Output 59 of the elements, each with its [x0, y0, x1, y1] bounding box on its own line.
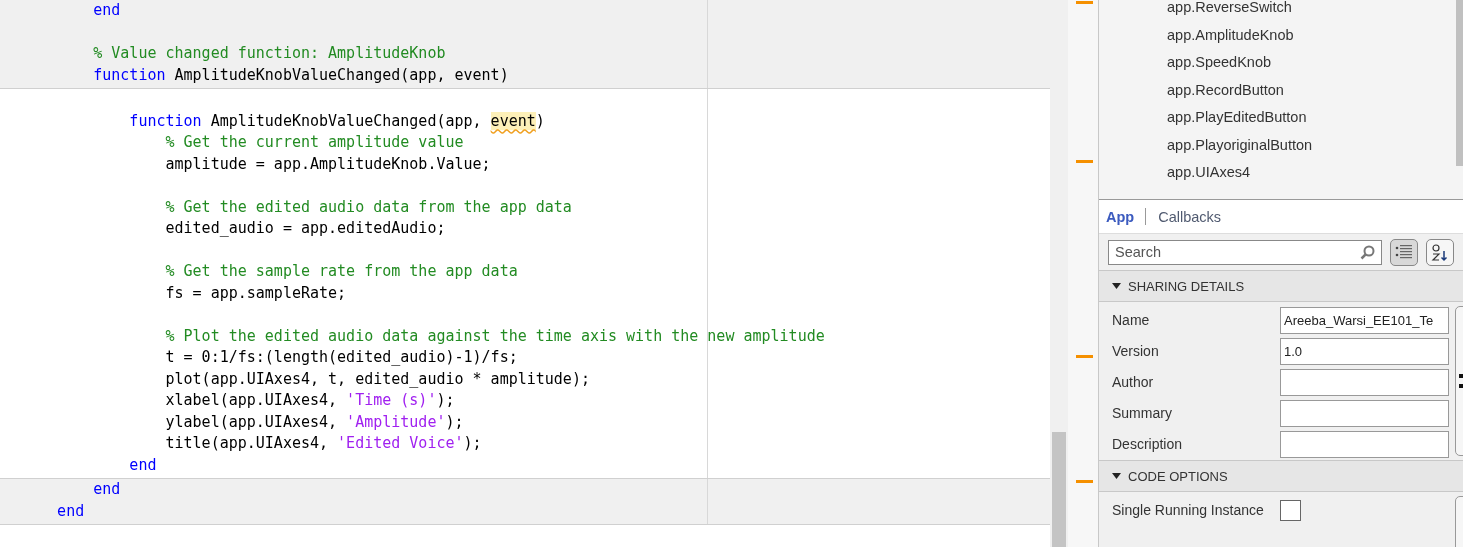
code-line: edited_audio = app.editedAudio; — [164, 218, 447, 239]
search-icon — [1360, 244, 1375, 260]
caret-icon — [1112, 473, 1121, 479]
scrollbar-thumb[interactable] — [1052, 432, 1066, 547]
scrollbar[interactable] — [1050, 0, 1068, 547]
warning-highlight: event — [490, 111, 536, 130]
code-line: end — [56, 500, 86, 522]
code-line: function AmplitudeKnobValueChanged(app, event) — [92, 64, 510, 86]
tree-item[interactable]: app.PlayoriginalButton — [1167, 131, 1456, 159]
sort-button[interactable] — [1426, 238, 1454, 266]
field-label: Description — [1112, 436, 1184, 452]
code-line: % Get the edited audio data from the app data — [164, 196, 573, 218]
checkbox[interactable] — [1280, 499, 1301, 521]
code-line: % Get the sample rate from the app data — [164, 261, 519, 282]
section-header[interactable]: CODE OPTIONS — [1099, 460, 1463, 492]
tree-item[interactable]: app.RecordButton — [1167, 76, 1456, 104]
tree-item[interactable]: app.PlayEditedButton — [1167, 104, 1456, 132]
list-icon — [1395, 244, 1413, 260]
code-line: title(app.UIAxes4, 'Edited Voice'); — [164, 433, 483, 454]
tree-item[interactable]: app.ReverseSwitch — [1167, 0, 1456, 22]
sort-icon — [1431, 242, 1449, 262]
code-line: % Get the current amplitude value — [164, 132, 465, 153]
tree-item[interactable]: app.SpeedKnob — [1167, 49, 1456, 77]
code-line: plot(app.UIAxes4, t, edited_audio * amplitude); — [164, 368, 591, 390]
code-line: ylabel(app.UIAxes4, 'Amplitude'); — [164, 411, 465, 433]
tab[interactable]: App — [1106, 208, 1135, 225]
warning-marker[interactable] — [1076, 160, 1093, 163]
field-label: Summary — [1112, 405, 1173, 421]
code-line: function AmplitudeKnobValueChanged(app, event) — [128, 110, 546, 132]
tree-item[interactable]: app.AmplitudeKnob — [1167, 21, 1456, 49]
text-field[interactable] — [1280, 368, 1449, 396]
tab[interactable]: Callbacks — [1158, 208, 1222, 225]
text-field[interactable] — [1280, 399, 1449, 427]
search-field[interactable]: Search — [1108, 239, 1382, 265]
code-line: % Plot the edited audio data against the time axis with the new amplitude — [164, 325, 826, 347]
scrollbar-thumb[interactable] — [1456, 0, 1463, 166]
code-line: t = 0:1/fs:(length(edited_audio)-1)/fs; — [164, 347, 519, 368]
list-view-button[interactable] — [1390, 238, 1418, 266]
code-line: end — [128, 454, 158, 476]
field-label: Single Running Instance — [1112, 502, 1265, 518]
caret-icon — [1112, 283, 1121, 289]
code-line: amplitude = app.AmplitudeKnob.Value; — [164, 153, 492, 175]
field-label: Version — [1112, 343, 1160, 359]
warning-marker[interactable] — [1076, 480, 1093, 483]
code-line: % Value changed function: AmplitudeKnob — [92, 43, 447, 64]
field-label: Author — [1112, 374, 1155, 390]
code-line: fs = app.sampleRate; — [164, 282, 348, 304]
field-label: Name — [1112, 312, 1151, 328]
section-header[interactable]: SHARING DETAILS — [1099, 270, 1463, 302]
code-line: end — [92, 479, 122, 500]
dots-icon — [1459, 372, 1463, 390]
code-line: end — [92, 0, 122, 21]
text-field[interactable]: 1.0 — [1280, 337, 1449, 365]
text-field[interactable] — [1280, 430, 1449, 458]
tree-item[interactable]: app.UIAxes4 — [1167, 159, 1456, 187]
code-line: xlabel(app.UIAxes4, 'Time (s)'); — [164, 390, 456, 411]
warning-marker[interactable] — [1076, 1, 1093, 4]
warning-marker[interactable] — [1076, 355, 1093, 358]
text-field[interactable]: Areeba_Warsi_EE101_Te — [1280, 306, 1449, 334]
